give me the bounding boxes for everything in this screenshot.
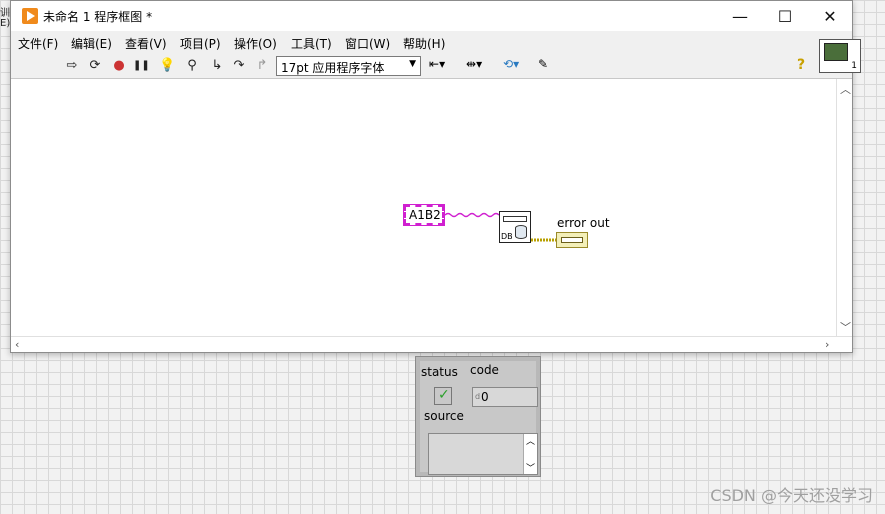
code-value: 0 [481,390,489,404]
menu-operate[interactable]: 操作(O) [234,35,277,52]
menu-file[interactable]: 文件(F) [18,35,58,52]
menu-window[interactable]: 窗口(W) [345,35,390,52]
distribute-objects-icon: ⇹ [466,57,477,71]
align-objects-icon: ⇤ [429,57,440,71]
scroll-down-icon[interactable]: ﹀ [840,319,851,335]
distribute-objects-dropdown[interactable]: ⇹▾ [466,57,482,75]
radix-label: d [475,392,481,401]
window-title: 未命名 1 程序框图 * [43,10,153,24]
retain-wire-values-icon[interactable]: ⚲ [184,58,200,74]
vi-icon-connector-pane[interactable]: 1 [819,39,861,73]
menu-bar: 文件(F) 编辑(E) 查看(V) 项目(P) 操作(O) 工具(T) 窗口(W… [11,31,852,53]
font-select[interactable]: 17pt 应用程序字体 ▼ [276,56,421,76]
context-help-button[interactable]: ? [797,57,805,73]
block-diagram-canvas[interactable]: A1B2 DB error out [11,79,836,337]
minimize-button[interactable]: — [717,1,763,31]
left-edge-glyph: E) [0,18,11,29]
close-button[interactable]: ✕ [807,1,853,31]
abort-execution-icon[interactable]: ● [111,58,127,74]
clean-up-diagram-button[interactable]: ✎ [538,57,548,75]
source-label: source [424,409,464,423]
source-scrollbar[interactable]: ︿ ﹀ [523,434,537,474]
status-label: status [421,365,458,379]
horizontal-scrollbar[interactable]: ‹ › [11,336,852,352]
string-constant[interactable]: A1B2 [403,204,445,226]
align-objects-dropdown[interactable]: ⇤▾ [429,57,445,75]
clean-up-icon: ✎ [538,57,549,71]
run-arrow-icon[interactable]: ⇨ [64,58,80,74]
step-out-icon[interactable]: ↱ [254,58,270,74]
menu-edit[interactable]: 编辑(E) [71,35,112,52]
pause-icon[interactable]: ❚❚ [133,58,150,74]
connection-bar-icon [503,216,527,222]
chevron-down-icon: ▼ [409,59,416,69]
scroll-down-icon[interactable]: ﹀ [524,461,537,474]
run-continuously-icon[interactable]: ⟳ [87,58,103,74]
code-label: code [470,363,499,377]
error-out-indicator-terminal[interactable] [556,232,588,248]
cluster-body: status code d 0 source ︿ ﹀ [420,361,538,475]
menu-project[interactable]: 项目(P) [180,35,221,52]
step-over-icon[interactable]: ↷ [231,58,247,74]
code-numeric-indicator[interactable]: d 0 [472,387,538,407]
scroll-right-icon[interactable]: › [825,338,829,351]
menu-help[interactable]: 帮助(H) [403,35,445,52]
reorder-dropdown[interactable]: ⟲▾ [503,57,519,75]
maximize-button[interactable]: ☐ [762,1,808,31]
vertical-scrollbar[interactable]: ︿ ﹀ [836,79,852,337]
source-string-indicator[interactable]: ︿ ﹀ [428,433,538,475]
labview-app-icon [22,8,38,24]
subvi-db-label: DB [501,232,513,241]
step-into-icon[interactable]: ↳ [209,58,225,74]
title-bar: 未命名 1 程序框图 * — ☐ ✕ [11,1,852,31]
menu-view[interactable]: 查看(V) [125,35,167,52]
scroll-left-icon[interactable]: ‹ [15,338,19,351]
cluster-terminal-icon [561,237,583,243]
font-select-value: 17pt 应用程序字体 [281,61,385,75]
status-checkmark-icon[interactable] [434,387,452,405]
toolbar: ⇨ ⟳ ● ❚❚ 💡 ⚲ ↳ ↷ ↱ 17pt 应用程序字体 ▼ ⇤▾ ⇹▾ ⟲… [11,53,852,79]
highlight-execution-icon[interactable]: 💡 [159,58,175,74]
error-out-label: error out [557,216,610,230]
reorder-icon: ⟲ [503,57,514,71]
vi-icon [824,43,848,61]
scroll-up-icon[interactable]: ︿ [524,434,537,447]
database-icon [515,225,527,239]
scroll-up-icon[interactable]: ︿ [840,81,851,97]
database-subvi-node[interactable]: DB [499,211,531,243]
vi-icon-number: 1 [851,61,857,71]
left-edge-glyph: 训 [0,8,10,19]
error-out-cluster-indicator[interactable]: status code d 0 source ︿ ﹀ [415,356,541,477]
string-wire[interactable] [444,212,500,218]
left-edge-fragment: 训 E) [0,0,10,60]
menu-tools[interactable]: 工具(T) [291,35,332,52]
csdn-watermark: CSDN @今天还没学习 [710,486,873,505]
block-diagram-window: 未命名 1 程序框图 * — ☐ ✕ 文件(F) 编辑(E) 查看(V) 项目(… [10,0,861,353]
